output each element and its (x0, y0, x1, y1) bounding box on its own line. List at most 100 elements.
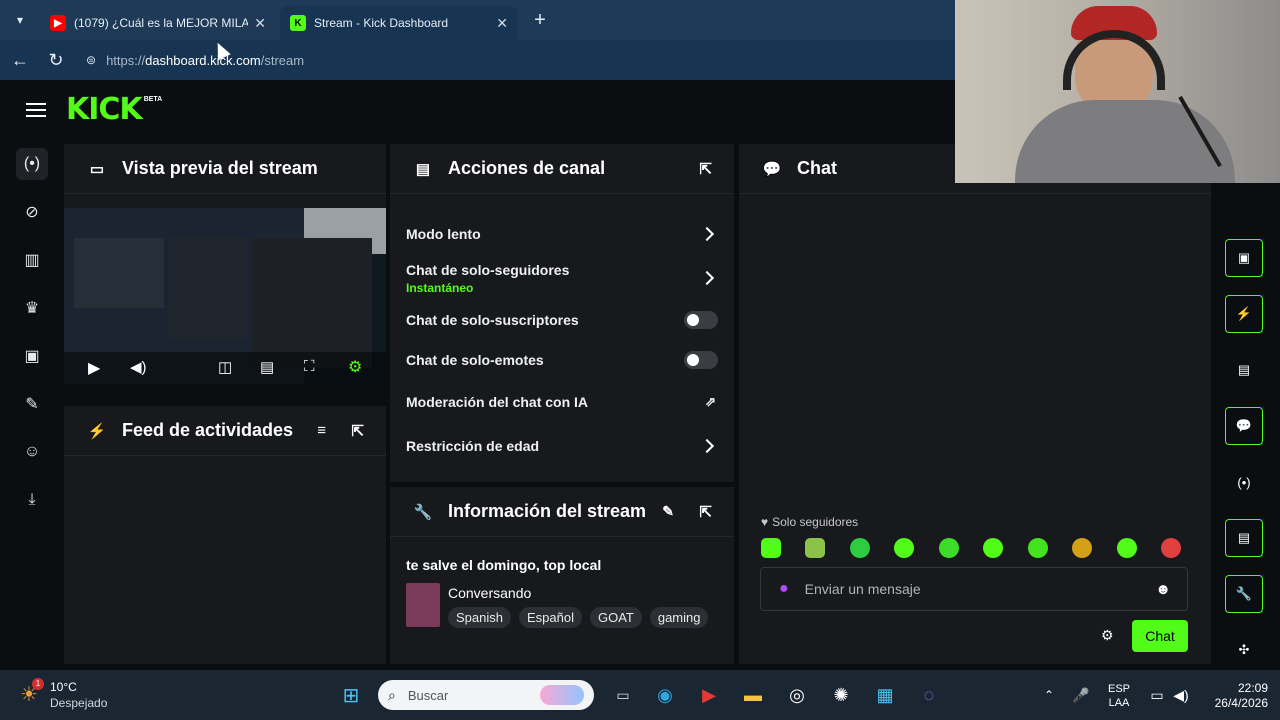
edit-icon[interactable]: ✎ (662, 503, 674, 520)
chat-settings-icon[interactable]: ⚙ (1101, 627, 1114, 644)
chevron-right-icon (699, 226, 715, 242)
panel-title: Vista previa del stream (122, 158, 318, 178)
action-label: Modo lento (406, 226, 481, 242)
rail-lightning-icon[interactable]: ⚡ (1225, 295, 1263, 333)
beta-badge: BETA (143, 96, 163, 103)
upload-icon[interactable]: ⤓ (16, 484, 48, 516)
popout-icon[interactable]: ⇱ (699, 503, 712, 521)
url-field[interactable]: ⊜ https://dashboard.kick.com/stream (78, 46, 948, 74)
tab-list-button[interactable]: ▾ (8, 8, 32, 32)
action-age-restriction[interactable]: Restricción de edad (406, 436, 718, 456)
action-ai-moderation[interactable]: Moderación del chat con IA ⇗ (406, 392, 718, 412)
tag[interactable]: GOAT (589, 607, 642, 628)
chat-input[interactable]: ● Enviar un mensaje ☻ (760, 567, 1188, 611)
emotes-only-toggle[interactable] (684, 351, 718, 369)
panel-title: Información del stream (448, 501, 647, 521)
action-slow-mode[interactable]: Modo lento (406, 224, 718, 244)
tag[interactable]: gaming (649, 607, 709, 628)
tag[interactable]: Español (518, 607, 582, 628)
panel-title: Chat (797, 158, 837, 178)
rail-wrench-icon[interactable]: 🔧 (1225, 575, 1263, 613)
close-tab-icon[interactable]: ✕ (496, 15, 508, 32)
emote-icon[interactable] (1116, 538, 1137, 558)
filter-icon[interactable]: ≡ (317, 422, 326, 439)
popout-icon[interactable]: ⇱ (699, 160, 712, 178)
cortana-icon[interactable]: ◌ (914, 680, 944, 710)
action-sublabel: Instantáneo (406, 280, 474, 295)
edge-icon[interactable]: ◉ (650, 680, 680, 710)
emote-icon[interactable] (1160, 538, 1181, 558)
microphone-icon[interactable]: ● (779, 580, 789, 598)
emoji-icon[interactable]: ☻ (1155, 581, 1171, 598)
weather-widget[interactable]: ☀ 1 10°C Despejado (20, 678, 130, 714)
reload-button[interactable]: ↻ (38, 42, 74, 78)
emote-icon[interactable] (805, 538, 826, 558)
close-tab-icon[interactable]: ✕ (254, 15, 266, 32)
microphone-icon[interactable]: 🎤 (1066, 680, 1096, 710)
emote-icon[interactable] (894, 538, 915, 558)
show-hidden-icons[interactable]: ⌃ (1034, 680, 1064, 710)
rail-notes-icon[interactable]: ▤ (1225, 351, 1263, 389)
chatgpt-icon[interactable]: ✺ (826, 680, 856, 710)
volume-icon[interactable]: ◀) (1166, 680, 1196, 710)
menu-icon[interactable] (24, 100, 48, 120)
emote-icon[interactable] (761, 538, 781, 558)
stream-preview-video[interactable]: ▶ ◀) ◫ ▤ ⛶ ⚙ (64, 208, 386, 384)
start-icon[interactable]: ⊞ (336, 680, 366, 710)
rail-broadcast-icon[interactable]: (•) (1225, 463, 1263, 501)
webcam-overlay (955, 0, 1280, 183)
preview-inner-panel (252, 238, 372, 368)
video-icon[interactable]: ▣ (16, 340, 48, 372)
weather-desc: Despejado (50, 696, 108, 710)
emote-icon[interactable] (1027, 538, 1048, 558)
action-label: Chat de solo-emotes (406, 352, 544, 368)
obs-icon[interactable]: ◎ (782, 680, 812, 710)
language-indicator[interactable]: ESP LAA (1102, 682, 1136, 710)
emote-icon[interactable] (1072, 538, 1093, 558)
back-button[interactable]: ← (2, 42, 38, 78)
browser-tab-kick[interactable]: K Stream - Kick Dashboard ✕ (280, 6, 518, 40)
task-view-icon[interactable]: ▭ (608, 680, 638, 710)
taskbar-search[interactable]: ⌕ Buscar (378, 680, 594, 710)
wrench-icon[interactable]: ✎ (16, 388, 48, 420)
emote-icon[interactable] (938, 538, 959, 558)
media-player-icon[interactable]: ▶ (694, 680, 724, 710)
stream-live-icon[interactable]: (•) (16, 148, 48, 180)
action-text: Chat de solo-seguidores Instantáneo (406, 262, 569, 295)
browser-tab-youtube[interactable]: ▶ (1079) ¿Cuál es la MEJOR MILANESA ✕ (40, 6, 276, 40)
rail-actions-icon[interactable]: ▤ (1225, 519, 1263, 557)
search-icon: ⌕ (388, 686, 396, 703)
play-icon[interactable]: ▶ (88, 358, 100, 378)
settings-icon[interactable]: ⚙ (348, 357, 362, 377)
volume-icon[interactable]: ◀) (130, 358, 147, 376)
clock[interactable]: 22:09 26/4/2026 (1200, 681, 1268, 711)
new-tab-button[interactable]: + (528, 8, 552, 32)
windows-taskbar: ☀ 1 10°C Despejado ⊞ ⌕ Buscar ▭ ◉ ▶ ▬ ◎ … (0, 670, 1280, 720)
subscribers-only-toggle[interactable] (684, 311, 718, 329)
pip-icon[interactable]: ◫ (218, 358, 232, 376)
app-icon[interactable]: ▦ (870, 680, 900, 710)
fullscreen-icon[interactable]: ⛶ (304, 358, 315, 375)
emote-icon[interactable] (849, 538, 870, 558)
tag[interactable]: Spanish (448, 607, 511, 628)
users-icon[interactable]: ☺ (16, 436, 48, 468)
rail-preview-icon[interactable]: ▣ (1225, 239, 1263, 277)
trophy-icon[interactable]: ♛ (16, 292, 48, 324)
category-thumbnail (406, 583, 440, 627)
chat-send-button[interactable]: Chat (1132, 620, 1188, 652)
category-name: Conversando (448, 585, 532, 601)
rail-add-widget-icon[interactable]: ✣ (1225, 631, 1263, 669)
analytics-icon[interactable]: ▥ (16, 244, 48, 276)
kick-logo[interactable]: KICK BETA (66, 94, 162, 126)
action-followers-only[interactable]: Chat de solo-seguidores Instantáneo (406, 262, 718, 295)
site-info-icon[interactable]: ⊜ (86, 53, 96, 67)
rail-chat-icon[interactable]: 💬 (1225, 407, 1263, 445)
popout-icon[interactable]: ⇱ (351, 422, 364, 440)
emote-icon[interactable] (983, 538, 1004, 558)
heart-icon: ♥ (761, 515, 769, 529)
clip-icon[interactable]: ▤ (260, 358, 274, 376)
file-explorer-icon[interactable]: ▬ (738, 680, 768, 710)
chat-bubble-icon: 💬 (762, 160, 782, 178)
tab-title: Stream - Kick Dashboard (314, 16, 449, 30)
link-icon[interactable]: ⊘ (16, 196, 48, 228)
